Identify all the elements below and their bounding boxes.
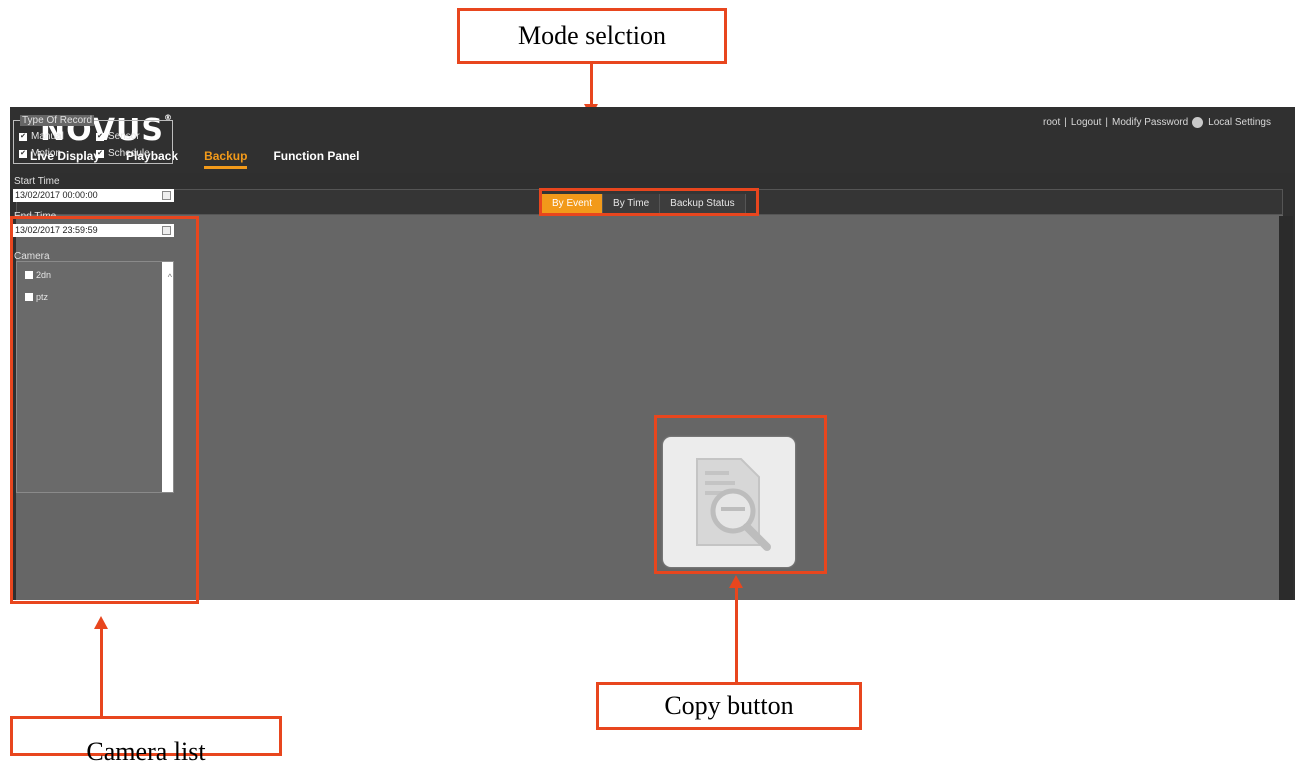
copy-arrow-line	[735, 587, 738, 684]
modify-password-link[interactable]: Modify Password	[1112, 117, 1188, 128]
mode-arrow-line	[590, 62, 593, 104]
content-area	[16, 215, 1283, 600]
checkbox-icon[interactable]: ✔	[96, 149, 104, 158]
mode-selection-callout-text: Mode selction	[517, 21, 667, 50]
checkbox-icon[interactable]: ✔	[19, 149, 27, 158]
camera-list-callout: Camera list	[10, 716, 282, 766]
nvr-web-app: NOVUS® Live Display Playback Backup Func…	[10, 107, 1295, 600]
copy-button-callout: Copy button	[596, 682, 862, 730]
checkbox-manual-label: Manual	[31, 131, 64, 142]
user-name: root	[1042, 117, 1061, 128]
nav-backup[interactable]: Backup	[204, 149, 248, 169]
checkbox-manual[interactable]: ✔ Manual	[19, 131, 64, 142]
mode-selection-callout: Mode selction	[457, 8, 727, 64]
camera-arrow-line	[100, 628, 103, 718]
copy-button-callout-text: Copy button	[664, 691, 794, 720]
separator: |	[1064, 117, 1067, 128]
nav-function-panel[interactable]: Function Panel	[273, 149, 359, 169]
calendar-icon[interactable]	[162, 191, 171, 200]
mode-selection-highlight	[539, 188, 759, 216]
camera-list-highlight	[10, 216, 199, 604]
checkbox-motion[interactable]: ✔ Motion	[19, 148, 61, 159]
checkbox-schedule-label: Schedule	[108, 148, 150, 159]
start-time-label: Start Time	[14, 176, 60, 187]
user-links: root | Logout | Modify Password Local Se…	[1043, 117, 1271, 128]
checkbox-icon[interactable]: ✔	[19, 132, 27, 141]
main-scrollbar[interactable]	[1279, 216, 1293, 600]
local-settings-link[interactable]: Local Settings	[1208, 117, 1271, 128]
checkbox-icon[interactable]: ✔	[96, 132, 104, 141]
camera-list-callout-text: Camera list	[86, 737, 206, 766]
checkbox-motion-label: Motion	[31, 148, 62, 159]
start-time-value: 13/02/2017 00:00:00	[15, 190, 98, 200]
copy-button-highlight	[654, 415, 827, 574]
checkbox-sensor-label: Sensor	[108, 131, 140, 142]
gear-icon	[1192, 117, 1204, 128]
record-type-group: Type Of Record ✔ Manual ✔ Sensor ✔ Motio…	[13, 115, 173, 164]
checkbox-schedule[interactable]: ✔ Schedule	[96, 148, 150, 159]
checkbox-sensor[interactable]: ✔ Sensor	[96, 131, 140, 142]
start-time-input[interactable]: 13/02/2017 00:00:00	[13, 189, 174, 202]
record-type-label: Type Of Record	[20, 115, 95, 126]
separator: |	[1105, 117, 1109, 128]
logout-link[interactable]: Logout	[1071, 117, 1102, 128]
top-bar: NOVUS® Live Display Playback Backup Func…	[10, 107, 1295, 173]
